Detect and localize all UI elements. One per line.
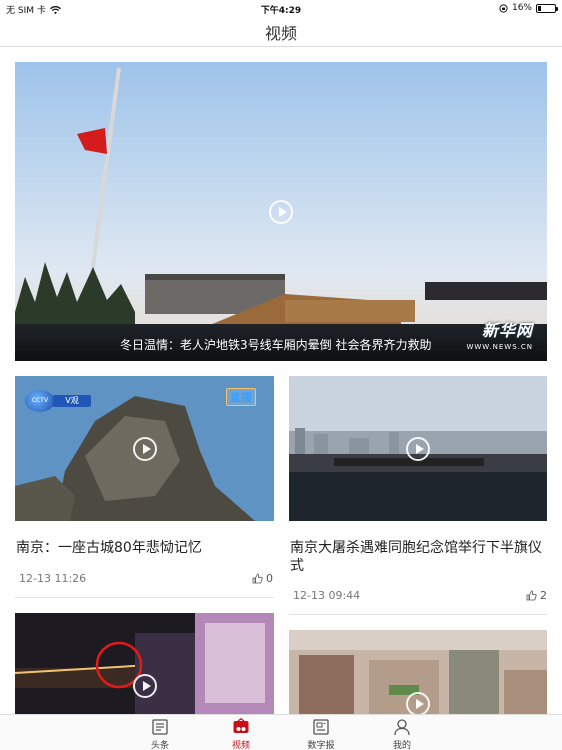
- like-count-value: 0: [266, 572, 273, 585]
- battery-icon: [536, 3, 558, 13]
- xinhua-watermark-url: WWW.NEWS.CN: [466, 343, 533, 351]
- video-title[interactable]: 南京：一座古城80年悲恸记忆: [16, 539, 274, 557]
- xinhua-watermark: 新华网: [481, 321, 533, 340]
- like-count[interactable]: 0: [252, 572, 273, 585]
- status-time: 下午4:29: [260, 6, 302, 16]
- tab-label: 视频: [231, 741, 250, 750]
- tab-video[interactable]: 视频: [216, 718, 266, 750]
- status-bar: 无 SIM 卡 下午4:29 16%: [0, 0, 562, 16]
- rotation-lock-icon: [499, 3, 508, 13]
- thumbs-up-icon: [526, 590, 537, 601]
- play-icon[interactable]: [406, 692, 430, 714]
- play-icon[interactable]: [269, 200, 293, 224]
- cctv-logo-icon: CCTV: [25, 390, 55, 412]
- newspaper-icon: [152, 719, 168, 735]
- digital-paper-icon: [313, 719, 329, 735]
- video-card-thumbnail[interactable]: CCTV V观 直播: [15, 376, 274, 521]
- live-badge: 直播: [226, 388, 256, 406]
- person-icon: [394, 719, 410, 736]
- nav-bar: 视频: [0, 16, 562, 47]
- card3-thumbnail: [15, 613, 274, 714]
- play-icon[interactable]: [133, 437, 157, 461]
- battery-level-fill: [538, 5, 541, 11]
- channel-badge: V观: [53, 395, 91, 407]
- video-timestamp: 12-13 09:44: [293, 589, 361, 602]
- tab-bar: 头条 视频 数字报 我的: [0, 714, 562, 750]
- hero-caption: 冬日温情：老人沪地铁3号线车厢内晕倒 社会各界齐力救助: [120, 338, 432, 352]
- tab-label: 我的: [392, 741, 411, 750]
- play-icon[interactable]: [406, 437, 430, 461]
- tab-headlines[interactable]: 头条: [135, 718, 185, 750]
- page-title: 视频: [264, 24, 297, 43]
- like-count-value: 2: [540, 589, 547, 602]
- tab-digital-paper[interactable]: 数字报: [296, 718, 346, 750]
- tab-label: 头条: [150, 741, 169, 750]
- tab-label: 数字报: [307, 741, 335, 750]
- status-right: 16%: [499, 3, 558, 13]
- hero-video-card[interactable]: 冬日温情：老人沪地铁3号线车厢内晕倒 社会各界齐力救助 新华网 WWW.NEWS…: [15, 62, 547, 361]
- card-divider: [15, 597, 274, 598]
- video-timestamp: 12-13 11:26: [19, 572, 87, 585]
- tab-me[interactable]: 我的: [377, 718, 427, 750]
- video-feed[interactable]: 冬日温情：老人沪地铁3号线车厢内晕倒 社会各界齐力救助 新华网 WWW.NEWS…: [0, 48, 562, 714]
- video-title[interactable]: 南京大屠杀遇难同胞纪念馆举行下半旗仪式: [290, 539, 547, 575]
- card-divider: [289, 614, 547, 615]
- play-icon[interactable]: [133, 674, 157, 698]
- like-count[interactable]: 2: [526, 589, 547, 602]
- thumbs-up-icon: [252, 573, 263, 584]
- video-card-thumbnail[interactable]: [289, 630, 547, 714]
- video-card-thumbnail[interactable]: [289, 376, 547, 521]
- video-card-thumbnail[interactable]: [15, 613, 274, 714]
- video-icon: [233, 718, 249, 733]
- battery-percent: 16%: [511, 3, 532, 13]
